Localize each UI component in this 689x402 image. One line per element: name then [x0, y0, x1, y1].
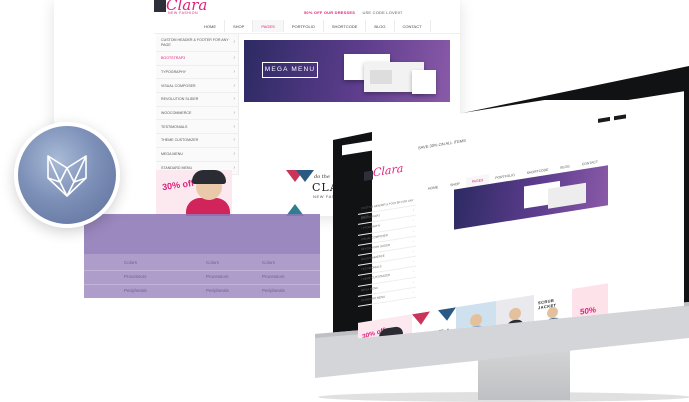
menu-item-label: BOOTSTRAP3	[361, 213, 380, 221]
chevron-right-icon: ›	[233, 39, 235, 45]
table-cell: Peripherals	[206, 288, 229, 293]
table-cell: Peripherals	[124, 288, 147, 293]
dropdown-menu: CUSTOM HEADER & FOOTER FOR ANY PAGE › BOO…	[156, 34, 239, 176]
nav-item-portfolio[interactable]: PORTFOLIO	[284, 20, 324, 32]
chevron-right-icon: ›	[413, 259, 414, 264]
main-nav: HOME SHOP PAGES PORTFOLIO SHORTCODE BLOG…	[196, 20, 431, 32]
table-cell: Colors	[124, 260, 138, 265]
topbar-button[interactable]	[614, 114, 626, 121]
chevron-right-icon: ›	[233, 137, 235, 144]
logo-tagline: NEW FASHION	[168, 11, 199, 15]
menu-item-label: VISUAL COMPOSER	[161, 83, 196, 88]
brand-badge	[14, 122, 120, 228]
chevron-right-icon: ›	[413, 208, 414, 213]
nav-item-contact[interactable]: CONTACT	[395, 20, 431, 32]
menu-item[interactable]: THEME CUSTOMIZER ›	[156, 134, 238, 148]
site-logo[interactable]: Clara NEW FASHION	[154, 0, 210, 16]
table-cell: Colors	[206, 260, 220, 265]
menu-item-label: BOOTSTRAP3	[161, 56, 186, 61]
logo-mark	[364, 170, 373, 181]
discount-label: 30% off	[161, 177, 195, 193]
menu-item-label: REVOLUTION SLIDER	[361, 242, 391, 252]
tile-text: 50%	[580, 305, 597, 317]
menu-item[interactable]: MEGA MENU ›	[156, 148, 238, 162]
triangle-pattern	[438, 307, 456, 323]
promo-highlight[interactable]: 50% OFF OUR DRESSES	[304, 10, 355, 15]
chevron-right-icon: ›	[233, 164, 235, 171]
promo-tile-discount[interactable]: 30% off	[156, 170, 232, 216]
chevron-right-icon: ›	[413, 279, 414, 284]
nav-item-pages[interactable]: PAGES	[253, 20, 284, 32]
chevron-right-icon: ›	[233, 55, 235, 62]
chevron-right-icon: ›	[233, 69, 235, 76]
menu-item-label: TESTIMONIALS	[361, 264, 382, 272]
menu-item[interactable]: TESTIMONIALS ›	[156, 120, 238, 135]
chevron-right-icon: ›	[233, 96, 235, 103]
menu-item-label: STANDARD MENU	[361, 294, 386, 303]
topbar-button[interactable]	[598, 116, 610, 123]
chevron-right-icon: ›	[233, 110, 235, 117]
menu-item-label: TYPOGRAPHY	[361, 223, 381, 231]
menu-item-label: VISUAL COMPOSER	[361, 232, 388, 241]
table-row: Processors Processors Processors	[84, 270, 320, 284]
table-row: Peripherals Peripherals Peripherals	[84, 284, 320, 298]
chevron-right-icon: ›	[233, 151, 235, 158]
chevron-right-icon: ›	[413, 248, 414, 254]
logo-word: Clara	[373, 161, 404, 180]
nav-item-shop[interactable]: SHOP	[225, 20, 254, 32]
model-hat	[192, 170, 226, 184]
screen-logo[interactable]: Clara	[364, 162, 404, 186]
table-cell: Colors	[262, 260, 276, 265]
screen-dropdown-menu: CUSTOM HEADER & FOOTER FOR ANY PAGE › BOO…	[358, 195, 416, 307]
promo-bar: 50% OFF OUR DRESSES USE CODE LOVE07	[304, 10, 403, 15]
menu-item[interactable]: REVOLUTION SLIDER ›	[156, 93, 238, 107]
menu-item-label: THEME CUSTOMIZER	[361, 273, 391, 282]
menu-item-label: WOOCOMMERCE	[161, 111, 192, 116]
spec-table-overlay: Colors Colors Colors Processors Processo…	[84, 214, 320, 298]
chevron-right-icon: ›	[413, 228, 414, 233]
imac-screen: SAVE 30% ON ALL ITEMS Clara HOME SHOP PA…	[342, 91, 684, 340]
menu-item[interactable]: BOOTSTRAP3 ›	[156, 52, 238, 66]
menu-item[interactable]: WOOCOMMERCE ›	[156, 107, 238, 121]
chevron-right-icon: ›	[233, 123, 235, 130]
table-cell: Processors	[262, 274, 285, 279]
nav-item-home[interactable]: HOME	[422, 181, 444, 195]
chevron-right-icon: ›	[413, 289, 414, 294]
menu-item-label: MEGA MENU	[161, 152, 183, 157]
chevron-right-icon: ›	[413, 269, 414, 274]
menu-item[interactable]: CUSTOM HEADER & FOOTER FOR ANY PAGE ›	[156, 34, 238, 52]
menu-item-label: TESTIMONIALS	[161, 124, 188, 129]
table-cell: Peripherals	[262, 288, 285, 293]
table-row: Colors Colors Colors	[84, 256, 320, 270]
chevron-right-icon: ›	[413, 218, 414, 223]
geometric-fox-logo-icon	[47, 155, 87, 197]
chevron-right-icon: ›	[413, 238, 414, 243]
menu-item[interactable]: TYPOGRAPHY ›	[156, 66, 238, 80]
triangle-pattern	[412, 311, 430, 327]
menu-item-label: REVOLUTION SLIDER	[161, 97, 199, 102]
nav-item-home[interactable]: HOME	[196, 20, 225, 32]
chevron-right-icon: ›	[233, 82, 235, 89]
mega-menu-label: MEGA MENU	[262, 62, 318, 78]
menu-item-label: TYPOGRAPHY	[161, 70, 186, 75]
menu-item-label: WOOCOMMERCE	[361, 253, 385, 262]
nav-item-blog[interactable]: BLOG	[366, 20, 395, 32]
menu-item-label: THEME CUSTOMIZER	[161, 138, 199, 143]
promo-code: USE CODE LOVE07	[362, 10, 403, 15]
table-cell: Processors	[206, 274, 229, 279]
menu-item-label: MEGA MENU	[361, 285, 379, 292]
menu-item[interactable]: VISUAL COMPOSER ›	[156, 79, 238, 94]
menu-item-label: CUSTOM HEADER & FOOTER FOR ANY PAGE	[161, 37, 229, 47]
table-cell: Processors	[124, 274, 147, 279]
logo-mark	[154, 0, 166, 12]
nav-item-shortcode[interactable]: SHORTCODE	[324, 20, 367, 32]
